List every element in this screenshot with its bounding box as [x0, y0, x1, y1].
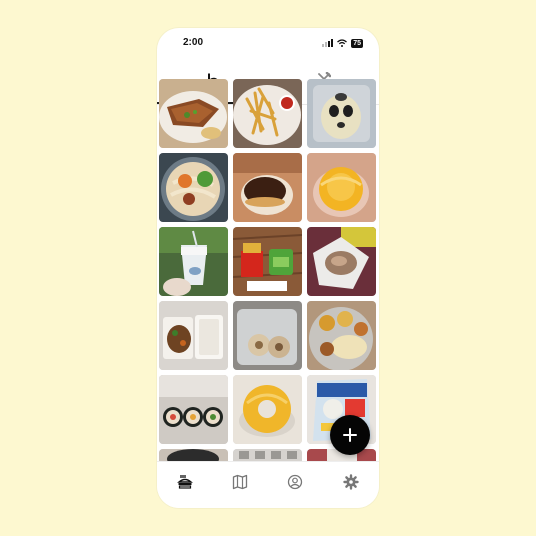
- plus-icon: [343, 428, 357, 442]
- photo-curry-with-rice-box[interactable]: [159, 301, 228, 370]
- photo-fried-cutlet-rice-plate[interactable]: [159, 79, 228, 148]
- food-tray-icon: [177, 475, 193, 489]
- photo-partial-2[interactable]: [233, 449, 302, 461]
- battery-indicator: 75: [351, 38, 363, 48]
- user-circle-icon: [287, 474, 303, 490]
- nav-item-settings[interactable]: [341, 472, 361, 492]
- gear-icon: [343, 474, 359, 490]
- photo-yellow-glazed-donut[interactable]: [307, 153, 376, 222]
- bottom-nav: [157, 461, 379, 508]
- photo-ghost-face-pastry[interactable]: [307, 79, 376, 148]
- phone-screen: 2:00 75: [157, 28, 379, 508]
- photo-chocolate-donut[interactable]: [233, 153, 302, 222]
- nav-item-profile[interactable]: [285, 472, 305, 492]
- photo-grid: [159, 79, 377, 461]
- nav-item-map[interactable]: [230, 472, 250, 492]
- wifi-icon: [337, 39, 348, 47]
- nav-item-food[interactable]: [175, 472, 195, 492]
- photo-sushi-rolls[interactable]: [159, 375, 228, 444]
- photo-fast-food-fries-and-burger[interactable]: [233, 227, 302, 296]
- status-time: 2:00: [183, 37, 204, 48]
- photo-indian-thali-naan[interactable]: [307, 301, 376, 370]
- photo-dumplings-in-container[interactable]: [233, 301, 302, 370]
- photo-grilled-meat-wrap[interactable]: [307, 227, 376, 296]
- add-photo-button[interactable]: [330, 415, 370, 455]
- photo-udon-noodle-bowl[interactable]: [159, 153, 228, 222]
- photo-yellow-ring-donut[interactable]: [233, 375, 302, 444]
- map-icon: [232, 474, 248, 490]
- signal-icon: [322, 39, 334, 47]
- photo-french-fries-ketchup[interactable]: [233, 79, 302, 148]
- status-bar: 2:00 75: [157, 28, 379, 58]
- status-icons: 75: [322, 38, 363, 48]
- photo-partial-1[interactable]: [159, 449, 228, 461]
- photo-iced-drink-cup[interactable]: [159, 227, 228, 296]
